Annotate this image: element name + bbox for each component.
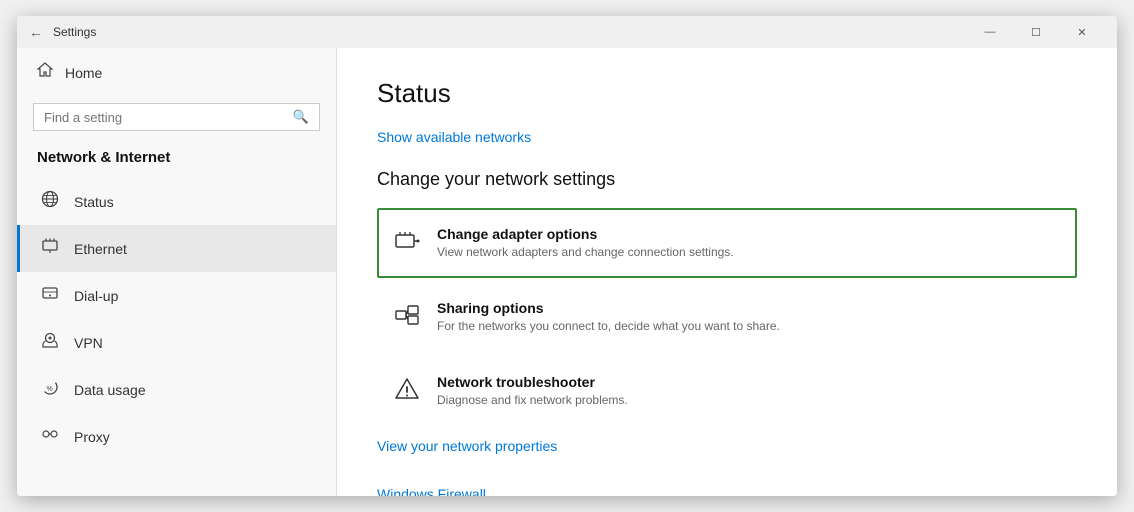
adapter-title: Change adapter options [437,226,734,242]
search-icon: 🔍 [293,109,309,125]
ethernet-icon [40,237,60,260]
titlebar: ← Settings — ☐ ✕ [17,16,1117,48]
data-usage-icon: % [40,378,60,401]
home-label: Home [65,65,102,81]
troubleshooter-option[interactable]: Network troubleshooter Diagnose and fix … [377,356,1077,426]
settings-window: ← Settings — ☐ ✕ Home 🔍 Network & In [17,16,1117,496]
sharing-option-text: Sharing options For the networks you con… [437,300,780,333]
sidebar: Home 🔍 Network & Internet [17,48,337,496]
maximize-button[interactable]: ☐ [1013,16,1059,48]
svg-text:%: % [47,386,53,393]
sidebar-item-vpn[interactable]: VPN [17,319,336,366]
dialup-icon [40,284,60,307]
main-layout: Home 🔍 Network & Internet [17,48,1117,496]
adapter-option-text: Change adapter options View network adap… [437,226,734,259]
sidebar-label-ethernet: Ethernet [74,241,127,257]
adapter-desc: View network adapters and change connect… [437,245,734,259]
adapter-icon [393,228,421,260]
page-title: Status [377,78,1077,109]
troubleshooter-desc: Diagnose and fix network problems. [437,393,628,407]
globe-icon [40,190,60,213]
sidebar-item-proxy[interactable]: Proxy [17,413,336,460]
minimize-button[interactable]: — [967,16,1013,48]
sidebar-item-dialup[interactable]: Dial-up [17,272,336,319]
change-settings-title: Change your network settings [377,169,1077,190]
sharing-desc: For the networks you connect to, decide … [437,319,780,333]
titlebar-title: Settings [53,25,967,39]
sidebar-label-proxy: Proxy [74,429,110,445]
sharing-icon [393,302,421,334]
vpn-icon [40,331,60,354]
sidebar-section-title: Network & Internet [17,143,336,178]
sharing-option[interactable]: Sharing options For the networks you con… [377,282,1077,352]
home-button[interactable]: Home [17,48,336,97]
sidebar-label-status: Status [74,194,114,210]
content-area: Status Show available networks Change yo… [337,48,1117,496]
change-adapter-option[interactable]: Change adapter options View network adap… [377,208,1077,278]
home-icon [37,62,53,83]
close-button[interactable]: ✕ [1059,16,1105,48]
window-controls: — ☐ ✕ [967,16,1105,48]
show-networks-link[interactable]: Show available networks [377,129,531,145]
proxy-icon [40,425,60,448]
troubleshooter-title: Network troubleshooter [437,374,628,390]
sidebar-item-status[interactable]: Status [17,178,336,225]
sidebar-item-data-usage[interactable]: % Data usage [17,366,336,413]
troubleshooter-option-text: Network troubleshooter Diagnose and fix … [437,374,628,407]
sidebar-label-data-usage: Data usage [74,382,146,398]
search-input[interactable] [44,110,285,125]
sidebar-label-dialup: Dial-up [74,288,118,304]
back-button[interactable]: ← [29,24,43,40]
search-box[interactable]: 🔍 [33,103,320,131]
troubleshooter-icon [393,376,421,408]
windows-firewall-link[interactable]: Windows Firewall [377,486,486,496]
view-properties-link[interactable]: View your network properties [377,438,557,454]
sidebar-label-vpn: VPN [74,335,103,351]
sharing-title: Sharing options [437,300,780,316]
sidebar-item-ethernet[interactable]: Ethernet [17,225,336,272]
